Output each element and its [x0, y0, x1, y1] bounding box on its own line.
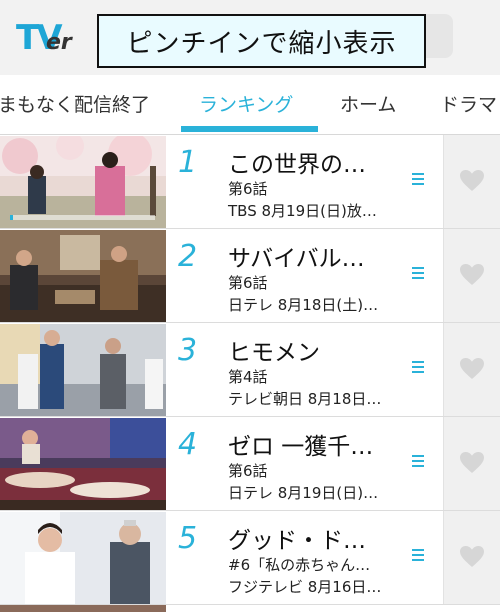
list-menu-icon[interactable] — [412, 455, 426, 471]
episode-thumbnail[interactable] — [0, 418, 166, 510]
favorite-button[interactable] — [443, 417, 500, 510]
episode-thumbnail[interactable] — [0, 324, 166, 416]
episode-thumbnail[interactable] — [0, 230, 166, 322]
favorite-button[interactable] — [443, 323, 500, 416]
ranking-row[interactable]: 1 この世界の… 第6話 TBS 8月19日(日)放… — [0, 135, 500, 229]
episode-label: 第6話 — [228, 462, 268, 480]
pinch-hint-caption: ピンチインで縮小表示 — [97, 14, 426, 68]
episode-thumbnail[interactable] — [0, 136, 166, 228]
broadcast-info: 日テレ 8月19日(日)… — [228, 484, 379, 502]
ranking-row[interactable]: 4 ゼロ 一獲千… 第6話 日テレ 8月19日(日)… — [0, 417, 500, 511]
heart-icon — [460, 358, 484, 379]
list-menu-icon[interactable] — [412, 361, 426, 377]
program-title[interactable]: グッド・ド… — [228, 521, 366, 555]
list-menu-icon[interactable] — [412, 267, 426, 283]
heart-icon — [460, 264, 484, 285]
active-tab-indicator — [181, 126, 318, 132]
watch-progress-fill — [10, 215, 13, 220]
list-menu-icon[interactable] — [412, 173, 426, 189]
episode-label: 第6話 — [228, 180, 268, 198]
rank-number: 1 — [178, 145, 198, 180]
ranking-row[interactable]: 5 グッド・ド… #6「私の赤ちゃん… フジテレビ 8月16日… — [0, 511, 500, 605]
program-title[interactable]: ヒモメン — [228, 333, 320, 367]
broadcast-info: TBS 8月19日(日)放… — [228, 202, 377, 220]
tab-ranking[interactable]: ランキング — [199, 90, 293, 117]
ranking-row[interactable]: 2 サバイバル… 第6話 日テレ 8月18日(土)… — [0, 229, 500, 323]
category-tabs: まもなく配信終了 ランキング ホーム ドラマ — [0, 75, 500, 135]
broadcast-info: 日テレ 8月18日(土)… — [228, 296, 379, 314]
episode-label: #6「私の赤ちゃん… — [228, 556, 371, 574]
rank-number: 5 — [178, 521, 198, 556]
program-title[interactable]: サバイバル… — [228, 239, 365, 273]
rank-number: 2 — [178, 239, 198, 274]
ranking-row[interactable]: 3 ヒモメン 第4話 テレビ朝日 8月18日… — [0, 323, 500, 417]
program-title[interactable]: この世界の… — [228, 145, 366, 179]
favorite-button[interactable] — [443, 511, 500, 604]
heart-icon — [460, 452, 484, 473]
tver-logo[interactable]: TV er — [16, 18, 86, 58]
episode-label: 第4話 — [228, 368, 268, 386]
tab-ending-soon[interactable]: まもなく配信終了 — [0, 90, 150, 117]
broadcast-info: テレビ朝日 8月18日… — [228, 390, 382, 408]
tab-home[interactable]: ホーム — [340, 90, 396, 117]
watch-progress — [10, 215, 155, 220]
app-header: TV er ピンチインで縮小表示 — [0, 0, 500, 75]
program-title[interactable]: ゼロ 一獲千… — [228, 427, 373, 461]
favorite-button[interactable] — [443, 229, 500, 322]
heart-icon — [460, 170, 484, 191]
broadcast-info: フジテレビ 8月16日… — [228, 578, 382, 596]
favorite-button[interactable] — [443, 135, 500, 228]
heart-icon — [460, 546, 484, 567]
rank-number: 4 — [178, 427, 198, 462]
rank-number: 3 — [178, 333, 198, 368]
list-menu-icon[interactable] — [412, 549, 426, 565]
pinch-hint-text: ピンチインで縮小表示 — [126, 28, 397, 59]
episode-label: 第6話 — [228, 274, 268, 292]
next-row-thumbnail-peek — [0, 605, 166, 612]
tab-drama[interactable]: ドラマ — [440, 90, 497, 117]
episode-thumbnail[interactable] — [0, 512, 166, 604]
